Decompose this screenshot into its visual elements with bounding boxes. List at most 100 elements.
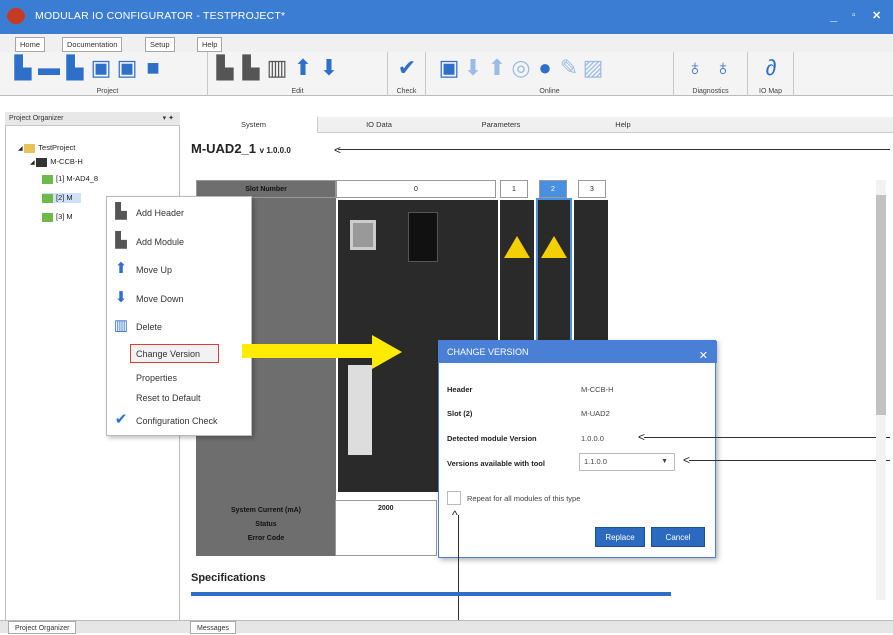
lock-icon[interactable]: ■ (142, 55, 164, 81)
repeat-all-label: Repeat for all modules of this type (467, 494, 581, 503)
move-down-icon[interactable]: ⬇ (318, 55, 340, 81)
annotation-line (458, 515, 459, 633)
add-header-icon[interactable]: ▙ (214, 55, 236, 81)
connect-icon[interactable]: ▣ (438, 55, 460, 81)
field-label-available-versions: Versions available with tool (447, 459, 545, 468)
maximize-button[interactable]: ▫ (852, 10, 856, 21)
bottom-tab-bar: Project Organizer Messages (0, 620, 893, 634)
minimize-button[interactable]: _ (830, 8, 837, 23)
new-project-icon[interactable]: ▙ (12, 55, 34, 81)
close-button[interactable]: ✕ (872, 9, 881, 22)
tab-messages[interactable]: Messages (190, 621, 236, 634)
ribbon-group-project: ▙ ▬ ▙ ▣ ▣ ■ Project (8, 52, 208, 96)
menu-bar: Home Documentation Setup Help (0, 34, 893, 52)
tab-help[interactable]: Help (197, 37, 223, 52)
terminal-block (348, 365, 372, 455)
field-value-header: M-CCB-H (581, 385, 614, 394)
module-icon (42, 193, 53, 203)
menu-item-reset-to-default[interactable]: Reset to Default (106, 387, 252, 409)
menu-item-move-down[interactable]: ⬇ Move Down (106, 288, 252, 310)
ribbon-group-online: ▣ ⬇ ⬆ ◎ ● ✎ ▨ Online (426, 52, 674, 96)
module-icon (42, 174, 53, 184)
tab-project-organizer[interactable]: Project Organizer (8, 621, 77, 634)
repeat-all-checkbox[interactable] (447, 491, 461, 505)
field-label-header: Header (447, 385, 473, 394)
tree-item-project[interactable]: ◢ TestProject (18, 143, 75, 153)
app-logo-icon (7, 8, 25, 24)
stethoscope-alt-icon[interactable]: ♁ (712, 55, 734, 81)
version-select[interactable]: 1.1.0.0 ▼ (579, 453, 675, 471)
tree-item-slot-2[interactable]: [2] M (42, 193, 81, 203)
key-icon[interactable]: ✎ (558, 55, 580, 81)
ribbon-group-label: Online (539, 88, 560, 95)
chevron-down-icon: ▼ (661, 458, 668, 465)
field-label-slot: Slot (2) (447, 409, 473, 418)
tab-setup[interactable]: Setup (145, 37, 175, 52)
io-module-3-image[interactable] (574, 200, 608, 350)
tree-label: [2] M (56, 193, 73, 202)
tab-help-main[interactable]: Help (562, 117, 684, 133)
ribbon-group-diagnostics: ♁ ♁ Diagnostics (674, 52, 748, 96)
ribbon-group-label: IO Map (759, 88, 782, 95)
tree-item-slot-3[interactable]: [3] M (42, 212, 73, 222)
menu-item-configuration-check[interactable]: ✔ Configuration Check (106, 410, 252, 432)
menu-item-delete[interactable]: ▥ Delete (106, 316, 252, 338)
upload-icon[interactable]: ⬆ (486, 55, 508, 81)
arrow-left-icon: < (683, 453, 691, 467)
tab-home[interactable]: Home (15, 37, 46, 52)
status-display (408, 212, 438, 262)
annotation-line (338, 149, 890, 150)
menu-item-add-header[interactable]: ▙ Add Header (106, 202, 252, 224)
header-module-icon (36, 157, 48, 167)
ribbon-toolbar: ▙ ▬ ▙ ▣ ▣ ■ Project ▙ ▙ ▥ ⬆ ⬇ Edit ✔ Che… (0, 52, 893, 96)
delete-icon[interactable]: ▥ (266, 55, 288, 81)
panel-title: Project Organizer (9, 115, 64, 122)
dialog-close-icon[interactable]: ✕ (699, 345, 708, 367)
warning-icon (504, 236, 530, 258)
tab-system[interactable]: System (190, 117, 318, 133)
tab-io-data[interactable]: IO Data (318, 117, 440, 133)
tree-item-slot-1[interactable]: [1] M-AD4_8 (42, 174, 98, 184)
menu-item-change-version[interactable]: Change Version (106, 343, 252, 365)
tab-documentation[interactable]: Documentation (62, 37, 123, 52)
stethoscope-icon[interactable]: ♁ (684, 55, 706, 81)
edit-icon[interactable]: ▨ (582, 55, 604, 81)
module-version: v 1.0.0.0 (259, 146, 291, 155)
ethernet-port-icon (350, 220, 376, 250)
move-up-icon[interactable]: ⬆ (292, 55, 314, 81)
monitor-icon[interactable]: ◎ (510, 55, 532, 81)
pin-icon[interactable]: ▾ ✦ (163, 112, 174, 126)
add-module-icon[interactable]: ▙ (240, 55, 262, 81)
menu-item-add-module[interactable]: ▙ Add Module (106, 231, 252, 253)
save-icon[interactable]: ▣ (90, 55, 112, 81)
scrollbar-thumb[interactable] (876, 195, 886, 415)
tree-item-header[interactable]: ◢ M-CCB-H (30, 157, 83, 167)
row-label-status: Status (255, 521, 277, 528)
change-version-dialog: CHANGE VERSION ✕ Header M-CCB-H Slot (2)… (438, 340, 717, 558)
yellow-arrow-shaft (242, 344, 372, 358)
open-folder-icon[interactable]: ▬ (38, 55, 60, 81)
info-icon[interactable]: ● (534, 55, 556, 81)
check-icon[interactable]: ✔ (396, 55, 418, 81)
import-icon[interactable]: ▙ (64, 55, 86, 81)
tab-parameters[interactable]: Parameters (440, 117, 562, 133)
specifications-title: Specifications (191, 572, 266, 584)
menu-item-move-up[interactable]: ⬆ Move Up (106, 259, 252, 281)
trash-icon: ▥ (113, 317, 129, 334)
menu-item-properties[interactable]: Properties (106, 367, 252, 389)
arrow-up-annotation-icon: ^ (452, 508, 458, 522)
system-current-value: 2000 (378, 505, 394, 512)
tree-label: TestProject (38, 143, 76, 152)
add-module-icon: ▙ (115, 232, 127, 249)
download-icon[interactable]: ⬇ (462, 55, 484, 81)
specifications-divider (191, 592, 671, 596)
ribbon-group-label: Diagnostics (692, 88, 729, 95)
cancel-button[interactable]: Cancel (651, 527, 705, 547)
arrow-down-icon: ⬇ (114, 289, 128, 306)
yellow-arrow-head-icon (372, 335, 402, 369)
replace-button[interactable]: Replace (595, 527, 645, 547)
add-header-icon: ▙ (115, 203, 127, 220)
link-icon[interactable]: ∂ (760, 55, 782, 81)
save-as-icon[interactable]: ▣ (116, 55, 138, 81)
row-label-error-code: Error Code (247, 535, 285, 542)
